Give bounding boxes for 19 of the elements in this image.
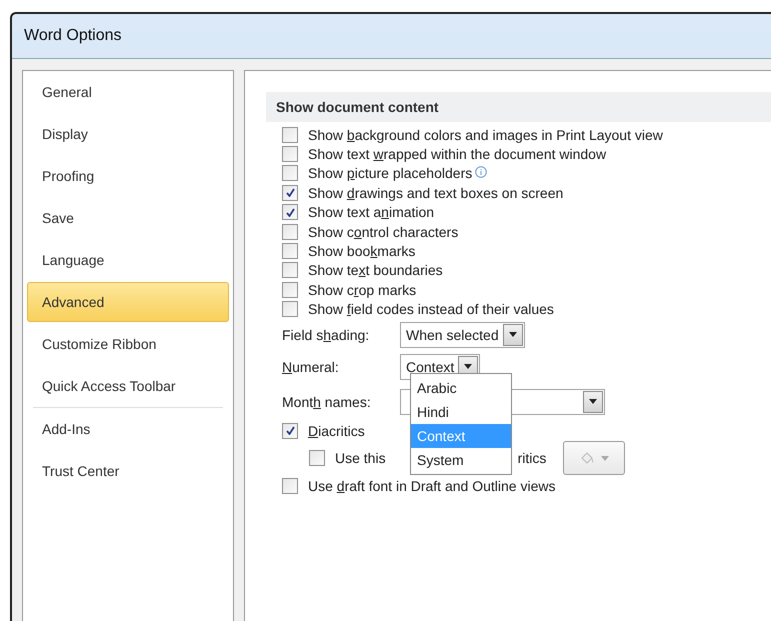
field-label: Month names: <box>282 394 372 410</box>
window-title: Word Options <box>24 27 122 45</box>
option-label: Show crop marks <box>308 282 416 298</box>
section-header: Show document content <box>266 92 771 122</box>
option-label: Show text animation <box>308 204 434 220</box>
option-label: Show control characters <box>308 224 458 240</box>
option-label: Show bookmarks <box>308 243 416 260</box>
option-label: Show text wrapped within the document window <box>308 146 606 162</box>
option-label: ritics <box>518 450 546 466</box>
option-label: Show drawings and text boxes on screen <box>308 184 564 201</box>
field-label: Numeral: <box>282 358 340 375</box>
option-label: Show field codes instead of their values <box>308 301 554 318</box>
option-label: Use draft font in Draft and Outline views <box>308 478 556 494</box>
option-label: Show picture placeholders <box>308 165 488 182</box>
option-label: Diacritics <box>308 422 365 439</box>
field-label: Field shading: <box>282 326 370 343</box>
option-label: Show background colors and images in Print Layout view <box>308 126 663 143</box>
option-label: Show text boundaries <box>308 262 443 278</box>
option-label: Use this <box>335 450 386 466</box>
